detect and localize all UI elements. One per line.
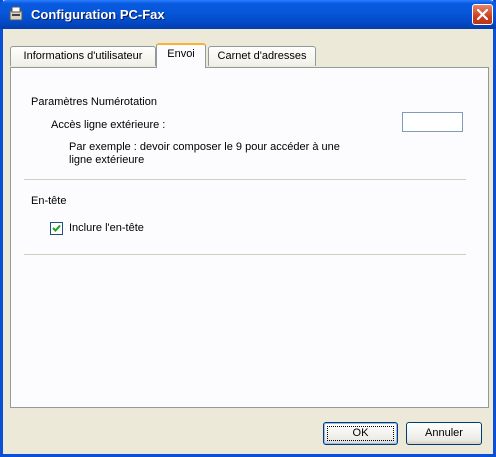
example-text-line1: Par exemple : devoir composer le 9 pour … <box>69 141 340 153</box>
send-tab-panel: Paramètres Numérotation Accès ligne exté… <box>10 67 489 408</box>
close-icon <box>477 9 488 20</box>
dialing-settings-heading: Paramètres Numérotation <box>31 96 157 108</box>
tab-user-information[interactable]: Informations d'utilisateur <box>10 46 156 66</box>
pc-fax-configuration-window: Configuration PC-Fax Informations d'util… <box>0 0 496 457</box>
tab-address-book[interactable]: Carnet d'adresses <box>208 46 316 66</box>
tab-label: Envoi <box>167 48 195 60</box>
cancel-button[interactable]: Annuler <box>406 422 482 445</box>
tab-strip: Informations d'utilisateur Envoi Carnet … <box>10 43 490 68</box>
outside-line-label: Accès ligne extérieure : <box>51 119 166 131</box>
tab-send[interactable]: Envoi <box>156 43 206 68</box>
example-text-line2: ligne extérieure <box>69 154 145 166</box>
tab-label: Informations d'utilisateur <box>23 50 143 62</box>
title-bar[interactable]: Configuration PC-Fax <box>0 0 496 29</box>
section-divider <box>24 179 466 180</box>
include-header-checkbox[interactable] <box>50 222 63 235</box>
checkmark-icon <box>52 224 61 232</box>
include-header-label[interactable]: Inclure l'en-tête <box>69 222 144 234</box>
ok-button[interactable]: OK <box>323 422 398 445</box>
section-divider <box>24 254 466 255</box>
focus-rectangle <box>327 426 394 441</box>
header-section-heading: En-tête <box>31 195 67 207</box>
close-button[interactable] <box>472 4 493 25</box>
tab-label: Carnet d'adresses <box>217 50 307 62</box>
cancel-button-label: Annuler <box>425 427 463 439</box>
fax-app-icon <box>7 5 25 23</box>
window-title: Configuration PC-Fax <box>31 7 165 22</box>
outside-line-input[interactable] <box>402 112 463 132</box>
